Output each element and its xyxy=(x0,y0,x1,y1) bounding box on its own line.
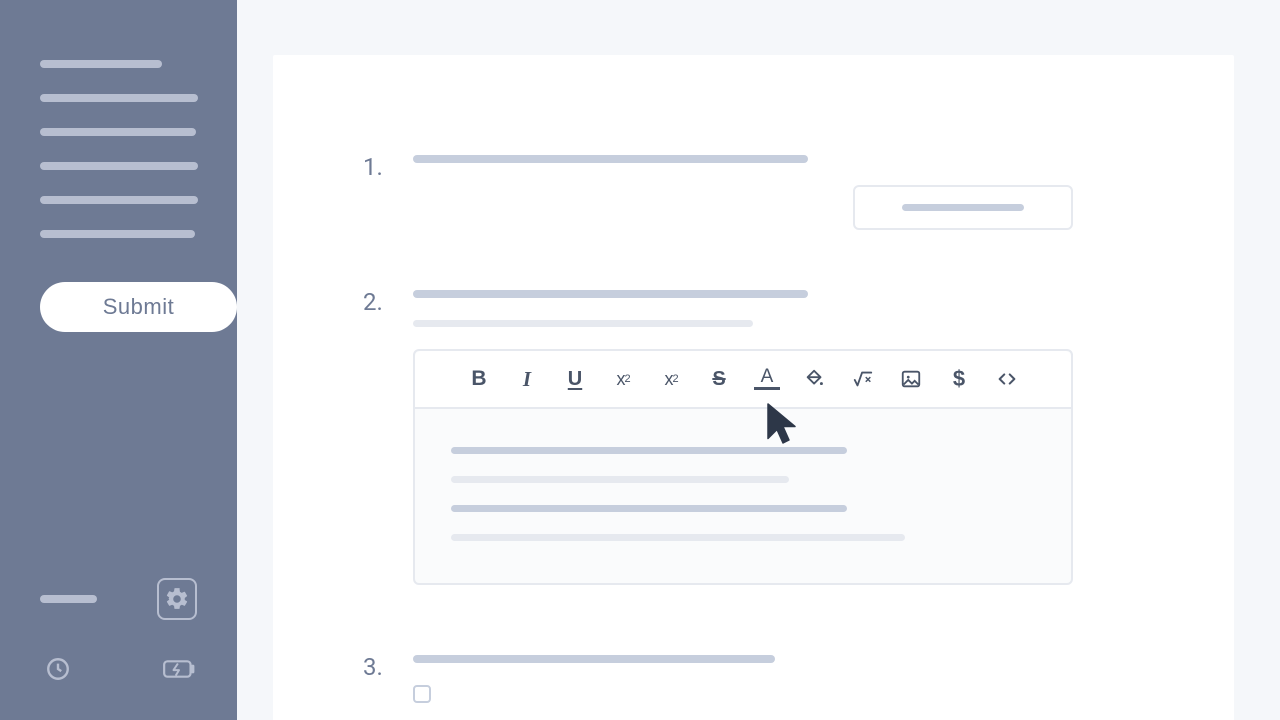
question-number: 3. xyxy=(363,655,413,679)
clock-icon xyxy=(45,656,71,682)
question-subtext-placeholder xyxy=(413,320,753,327)
main-content: 1. 2. B I U x2 x2 xyxy=(237,0,1280,720)
battery-button[interactable] xyxy=(161,648,198,690)
underline-button[interactable]: U xyxy=(562,366,588,392)
subscript-button[interactable]: x2 xyxy=(610,366,636,392)
submit-button[interactable]: Submit xyxy=(40,282,237,332)
editor-content-line xyxy=(451,476,789,483)
sidebar-bottom xyxy=(0,550,237,690)
editor-content-line xyxy=(451,447,847,454)
equation-button[interactable] xyxy=(850,366,876,392)
nav-item[interactable] xyxy=(40,230,195,238)
nav-item[interactable] xyxy=(40,94,198,102)
clock-button[interactable] xyxy=(40,648,77,690)
sidebar-label-placeholder xyxy=(40,595,97,603)
rich-text-editor[interactable]: B I U x2 x2 S A xyxy=(413,349,1073,585)
image-button[interactable] xyxy=(898,366,924,392)
editor-content-line xyxy=(451,534,905,541)
question-card: 1. 2. B I U x2 x2 xyxy=(273,55,1234,720)
code-button[interactable] xyxy=(994,366,1020,392)
editor-toolbar: B I U x2 x2 S A xyxy=(415,351,1071,409)
superscript-button[interactable]: x2 xyxy=(658,366,684,392)
question-2: 2. B I U x2 x2 S A xyxy=(363,290,1144,585)
image-icon xyxy=(900,368,922,390)
strikethrough-button[interactable]: S xyxy=(706,366,732,392)
question-number: 2. xyxy=(363,290,413,314)
question-prompt-placeholder xyxy=(413,155,808,163)
italic-button[interactable]: I xyxy=(514,366,540,392)
nav-item[interactable] xyxy=(40,196,198,204)
fill-color-button[interactable] xyxy=(802,366,828,392)
checkbox-option[interactable] xyxy=(413,685,431,703)
nav-item[interactable] xyxy=(40,128,196,136)
sqrt-icon xyxy=(852,368,874,390)
nav-item[interactable] xyxy=(40,60,162,68)
editor-textarea[interactable] xyxy=(415,409,1071,583)
question-3: 3. xyxy=(363,655,1144,703)
question-prompt-placeholder xyxy=(413,290,808,298)
short-answer-input[interactable] xyxy=(853,185,1073,230)
sidebar: Submit xyxy=(0,0,237,720)
battery-charging-icon xyxy=(162,658,196,680)
paint-bucket-icon xyxy=(804,368,826,390)
settings-button[interactable] xyxy=(157,578,197,620)
nav-item[interactable] xyxy=(40,162,198,170)
input-placeholder-text xyxy=(902,204,1024,211)
bold-button[interactable]: B xyxy=(466,366,492,392)
question-number: 1. xyxy=(363,155,413,179)
question-1: 1. xyxy=(363,155,1144,230)
gear-icon xyxy=(164,586,190,612)
currency-button[interactable]: $ xyxy=(946,366,972,392)
question-prompt-placeholder xyxy=(413,655,775,663)
nav-list xyxy=(0,60,237,264)
text-color-button[interactable]: A xyxy=(754,368,780,390)
editor-content-line xyxy=(451,505,847,512)
code-icon xyxy=(996,368,1018,390)
